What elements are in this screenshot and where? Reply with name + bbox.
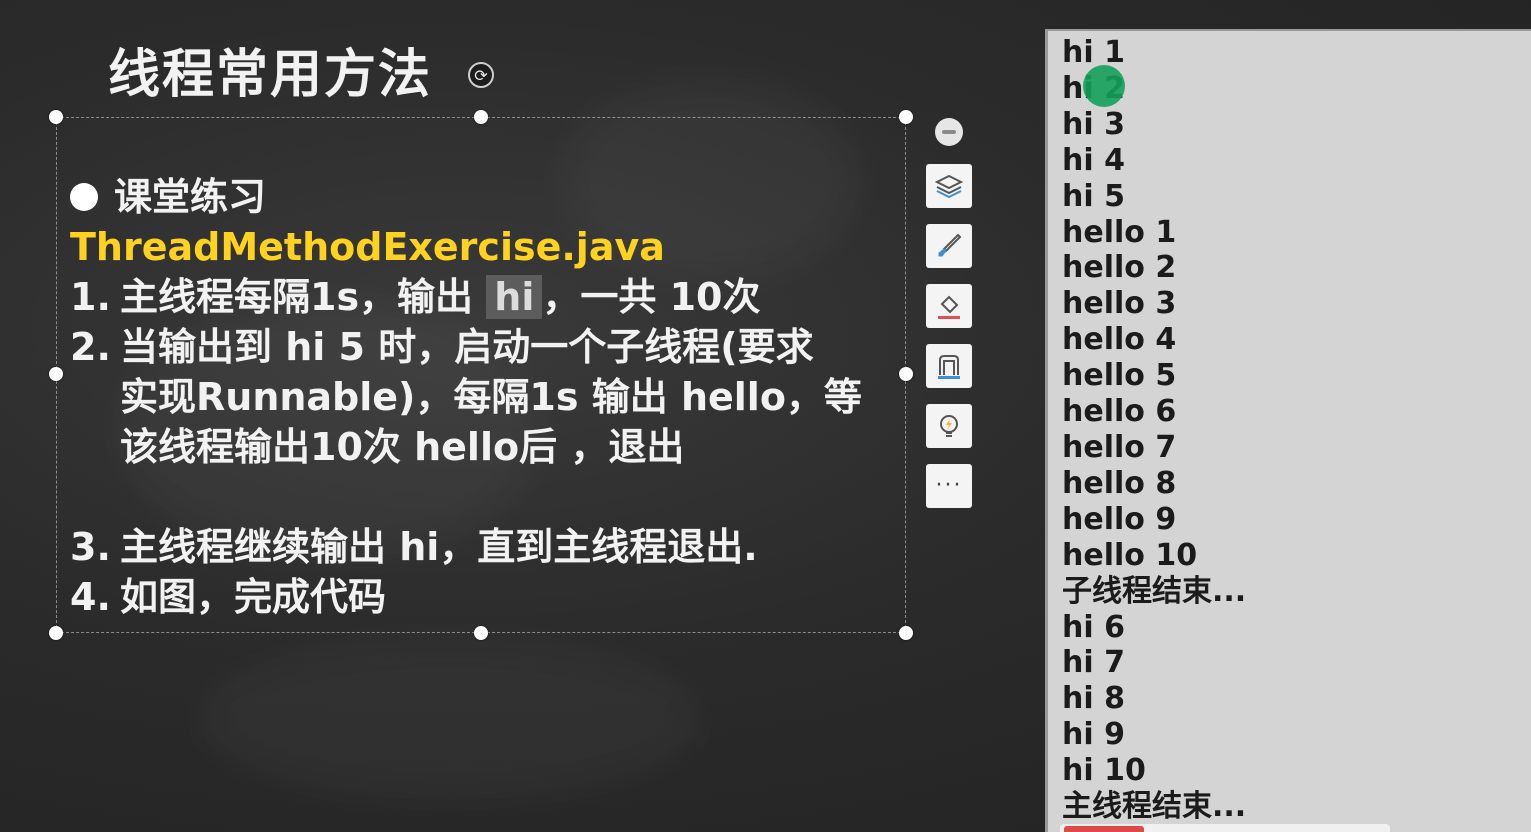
console-line: 子线程结束... bbox=[1062, 573, 1247, 609]
exercise-item-3: 3. 主线程继续输出 hi，直到主线程退出. bbox=[70, 522, 900, 572]
exercise-heading: 课堂练习 bbox=[70, 172, 900, 222]
shape-outline-button[interactable] bbox=[926, 344, 972, 388]
presentation-stage: 线程常用方法 ⟳ 课堂练习 ThreadMethodExercise.java … bbox=[0, 0, 1531, 832]
console-line: hi 9 bbox=[1062, 717, 1125, 753]
console-line: hi 4 bbox=[1062, 142, 1125, 178]
console-output-panel[interactable]: hi 1hi 2hi 3hi 4hi 5hello 1hello 2hello … bbox=[1045, 29, 1531, 832]
console-line: hi 7 bbox=[1062, 645, 1125, 681]
highlighted-word: hi bbox=[486, 275, 543, 319]
item-number: 3. bbox=[70, 525, 111, 569]
slide-title: 线程常用方法 bbox=[108, 45, 433, 105]
item-text: 主线程每隔1s，输出 hi ，一共 10次 bbox=[120, 272, 761, 322]
rotate-handle-icon[interactable]: ⟳ bbox=[468, 62, 494, 88]
resize-handle-top-right[interactable] bbox=[899, 110, 913, 124]
bullet-icon bbox=[70, 183, 98, 211]
layers-button[interactable] bbox=[926, 164, 972, 208]
slide-content: 课堂练习 ThreadMethodExercise.java 1. 主线程每隔1… bbox=[70, 172, 900, 622]
resize-handle-bottom-right[interactable] bbox=[899, 626, 913, 640]
paint-bucket-icon bbox=[938, 295, 960, 319]
console-line: hello 4 bbox=[1062, 322, 1177, 358]
exercise-item-2-continued: 实现Runnable)，每隔1s 输出 hello，等 bbox=[120, 375, 862, 419]
console-line: hello 8 bbox=[1062, 465, 1177, 501]
item-text-post: ，一共 10次 bbox=[542, 275, 761, 319]
item-number: 4. bbox=[70, 575, 111, 619]
resize-handle-top-middle[interactable] bbox=[474, 110, 488, 124]
brush-button[interactable] bbox=[926, 224, 972, 268]
more-options-button[interactable]: ··· bbox=[926, 464, 972, 508]
resize-handle-middle-right[interactable] bbox=[899, 367, 913, 381]
exercise-item-2-continued: 该线程输出10次 hello后 ，退出 bbox=[120, 425, 685, 469]
taskbar-active-item bbox=[1064, 826, 1144, 832]
console-line: hello 2 bbox=[1062, 250, 1177, 286]
exercise-item-1: 1. 主线程每隔1s，输出 hi ，一共 10次 bbox=[70, 272, 900, 322]
item-text: 当输出到 hi 5 时，启动一个子线程(要求 bbox=[120, 325, 814, 369]
item-number: 2. bbox=[70, 325, 111, 369]
console-line: hi 6 bbox=[1062, 609, 1125, 645]
console-line: hello 5 bbox=[1062, 358, 1177, 394]
console-line: hello 1 bbox=[1062, 214, 1177, 250]
resize-handle-bottom-left[interactable] bbox=[49, 626, 63, 640]
console-line: hi 1 bbox=[1062, 35, 1125, 70]
console-line: hello 10 bbox=[1062, 537, 1198, 573]
brush-icon bbox=[938, 233, 962, 257]
fill-color-button[interactable] bbox=[926, 284, 972, 328]
console-line: hi 3 bbox=[1062, 106, 1125, 142]
console-line: hello 7 bbox=[1062, 429, 1177, 465]
exercise-filename: ThreadMethodExercise.java bbox=[70, 225, 665, 269]
item-text: 主线程继续输出 hi，直到主线程退出. bbox=[120, 525, 758, 569]
layers-icon bbox=[934, 174, 964, 199]
collapse-toolbar-icon[interactable] bbox=[935, 118, 963, 146]
console-output-lines: hi 1hi 2hi 3hi 4hi 5hello 1hello 2hello … bbox=[1062, 35, 1246, 825]
console-line: hello 6 bbox=[1062, 394, 1177, 430]
console-line: hello 3 bbox=[1062, 286, 1177, 322]
console-line: hello 9 bbox=[1062, 501, 1177, 537]
resize-handle-bottom-middle[interactable] bbox=[474, 626, 488, 640]
console-line: hi 8 bbox=[1062, 681, 1125, 717]
console-line: 主线程结束... bbox=[1062, 789, 1247, 825]
taskbar-strip bbox=[1060, 824, 1390, 832]
resize-handle-middle-left[interactable] bbox=[49, 367, 63, 381]
console-line: hi 5 bbox=[1062, 178, 1125, 214]
mouse-pointer-highlight bbox=[1083, 65, 1125, 107]
item-text-pre: 主线程每隔1s，输出 bbox=[120, 275, 487, 319]
outline-icon bbox=[938, 355, 960, 379]
console-line: hi 10 bbox=[1062, 753, 1146, 789]
resize-handle-top-left[interactable] bbox=[49, 110, 63, 124]
exercise-item-4: 4. 如图，完成代码 bbox=[70, 572, 900, 622]
animation-button[interactable] bbox=[926, 404, 972, 448]
more-options-icon: ··· bbox=[935, 473, 963, 498]
item-number: 1. bbox=[70, 275, 111, 319]
lightbulb-icon bbox=[940, 415, 958, 437]
exercise-item-2: 2. 当输出到 hi 5 时，启动一个子线程(要求 bbox=[70, 322, 900, 372]
item-text: 如图，完成代码 bbox=[120, 575, 387, 619]
exercise-heading-text: 课堂练习 bbox=[114, 175, 267, 219]
